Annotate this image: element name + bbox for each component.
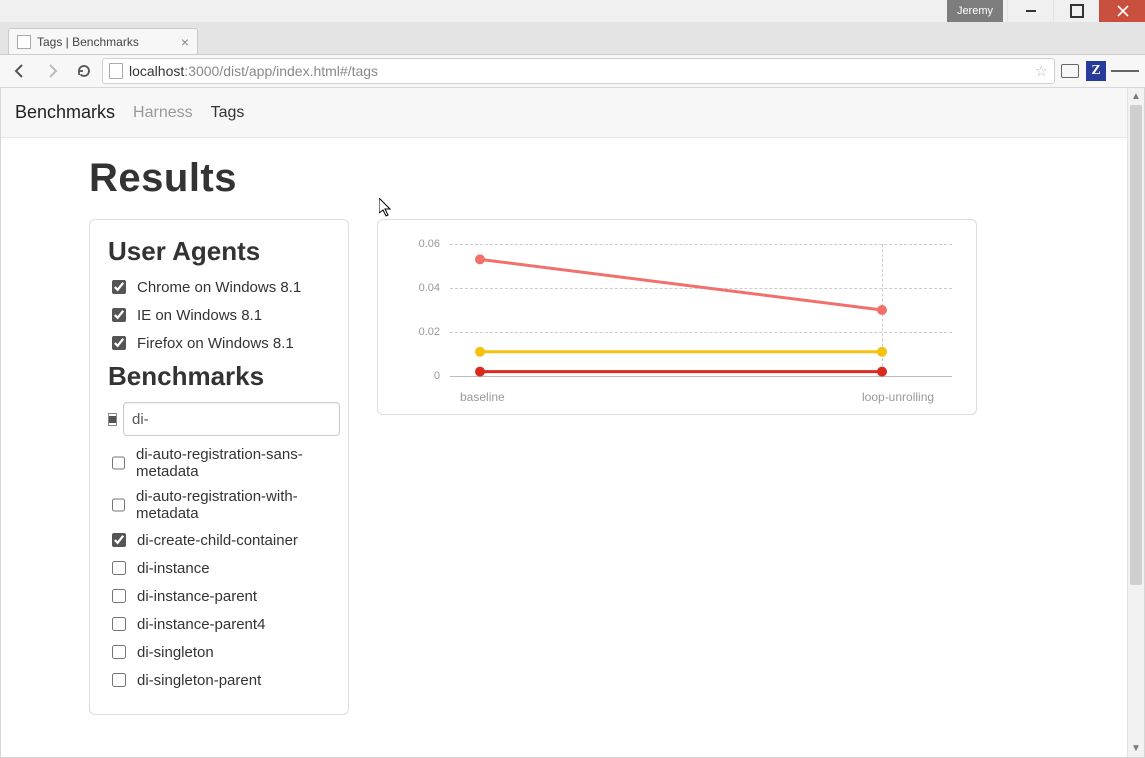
browser-toolbar: localhost:3000/dist/app/index.html#/tags… [0, 54, 1145, 88]
benchmark-label: di-singleton-parent [137, 672, 261, 689]
benchmark-checkbox[interactable] [112, 645, 126, 659]
nav-link-tags[interactable]: Tags [211, 104, 245, 122]
benchmark-checkbox-row[interactable]: di-singleton [108, 642, 330, 662]
benchmark-label: di-create-child-container [137, 532, 298, 549]
app-navbar: Benchmarks Harness Tags [1, 88, 1127, 138]
benchmark-label: di-singleton [137, 644, 214, 661]
ua-label: IE on Windows 8.1 [137, 307, 262, 324]
benchmark-label: di-auto-registration-with-metadata [136, 488, 330, 522]
benchmarks-tristate-checkbox[interactable] [108, 413, 117, 426]
benchmarks-heading: Benchmarks [108, 361, 330, 392]
forward-button[interactable] [38, 57, 66, 85]
browser-tabstrip: Tags | Benchmarks × [0, 22, 1145, 54]
url-text: localhost:3000/dist/app/index.html#/tags [129, 63, 378, 79]
ua-firefox-checkbox[interactable] [112, 336, 126, 350]
page-favicon-icon [17, 35, 31, 49]
benchmark-checkbox[interactable] [112, 498, 125, 512]
cast-icon[interactable] [1059, 61, 1081, 81]
window-maximize-button[interactable] [1053, 0, 1099, 22]
window-close-button[interactable] [1099, 0, 1145, 22]
ua-checkbox-row[interactable]: Firefox on Windows 8.1 [108, 333, 330, 353]
benchmark-checkbox-row[interactable]: di-instance-parent [108, 586, 330, 606]
benchmark-checkbox[interactable] [112, 673, 126, 687]
browser-tab[interactable]: Tags | Benchmarks × [8, 28, 198, 54]
benchmark-checkbox[interactable] [112, 533, 126, 547]
ua-checkbox-row[interactable]: IE on Windows 8.1 [108, 305, 330, 325]
back-button[interactable] [6, 57, 34, 85]
app-brand[interactable]: Benchmarks [15, 102, 115, 123]
scroll-up-arrow-icon[interactable]: ▲ [1128, 88, 1144, 105]
benchmark-list: di-auto-registration-sans-metadata di-aut… [108, 446, 330, 690]
page-viewport: Benchmarks Harness Tags Results User Age… [1, 88, 1127, 757]
page-title: Results [89, 156, 1127, 201]
benchmark-label: di-instance-parent4 [137, 616, 265, 633]
benchmark-label: di-instance-parent [137, 588, 257, 605]
reload-button[interactable] [70, 57, 98, 85]
bookmark-star-icon[interactable]: ☆ [1035, 62, 1048, 80]
window-titlebar: Jeremy [0, 0, 1145, 22]
sidebar-panel: User Agents Chrome on Windows 8.1 IE on … [89, 219, 349, 715]
benchmark-checkbox[interactable] [112, 561, 126, 575]
benchmark-filter-input[interactable] [123, 402, 340, 436]
benchmark-checkbox-row[interactable]: di-instance [108, 558, 330, 578]
tab-close-icon[interactable]: × [181, 34, 189, 50]
ua-ie-checkbox[interactable] [112, 308, 126, 322]
nav-link-harness[interactable]: Harness [133, 104, 193, 122]
browser-menu-button[interactable] [1111, 57, 1139, 85]
user-agents-heading: User Agents [108, 236, 330, 267]
page-icon [109, 63, 123, 79]
scrollbar-thumb[interactable] [1130, 105, 1142, 585]
benchmark-checkbox-row[interactable]: di-create-child-container [108, 530, 330, 550]
ua-chrome-checkbox[interactable] [112, 280, 126, 294]
extension-z-icon[interactable]: Z [1085, 61, 1107, 81]
chart-plot [392, 234, 962, 404]
benchmark-checkbox-row[interactable]: di-auto-registration-with-metadata [108, 488, 330, 522]
ua-label: Firefox on Windows 8.1 [137, 335, 294, 352]
user-badge: Jeremy [947, 0, 1003, 22]
benchmark-label: di-auto-registration-sans-metadata [136, 446, 330, 480]
window-minimize-button[interactable] [1007, 0, 1053, 22]
scrollbar-track[interactable] [1128, 105, 1144, 740]
benchmark-checkbox-row[interactable]: di-auto-registration-sans-metadata [108, 446, 330, 480]
vertical-scrollbar[interactable]: ▲ ▼ [1127, 88, 1144, 757]
address-bar[interactable]: localhost:3000/dist/app/index.html#/tags… [102, 58, 1055, 84]
benchmark-label: di-instance [137, 560, 210, 577]
chart-panel: 00.020.040.06baselineloop-unrolling [377, 219, 977, 415]
chart-area: 00.020.040.06baselineloop-unrolling [392, 234, 962, 404]
benchmark-checkbox[interactable] [112, 589, 126, 603]
benchmark-checkbox[interactable] [112, 456, 125, 470]
tab-title: Tags | Benchmarks [37, 35, 181, 49]
scroll-down-arrow-icon[interactable]: ▼ [1128, 740, 1144, 757]
ua-checkbox-row[interactable]: Chrome on Windows 8.1 [108, 277, 330, 297]
benchmark-checkbox-row[interactable]: di-singleton-parent [108, 670, 330, 690]
ua-label: Chrome on Windows 8.1 [137, 279, 301, 296]
benchmark-checkbox[interactable] [112, 617, 126, 631]
benchmark-checkbox-row[interactable]: di-instance-parent4 [108, 614, 330, 634]
